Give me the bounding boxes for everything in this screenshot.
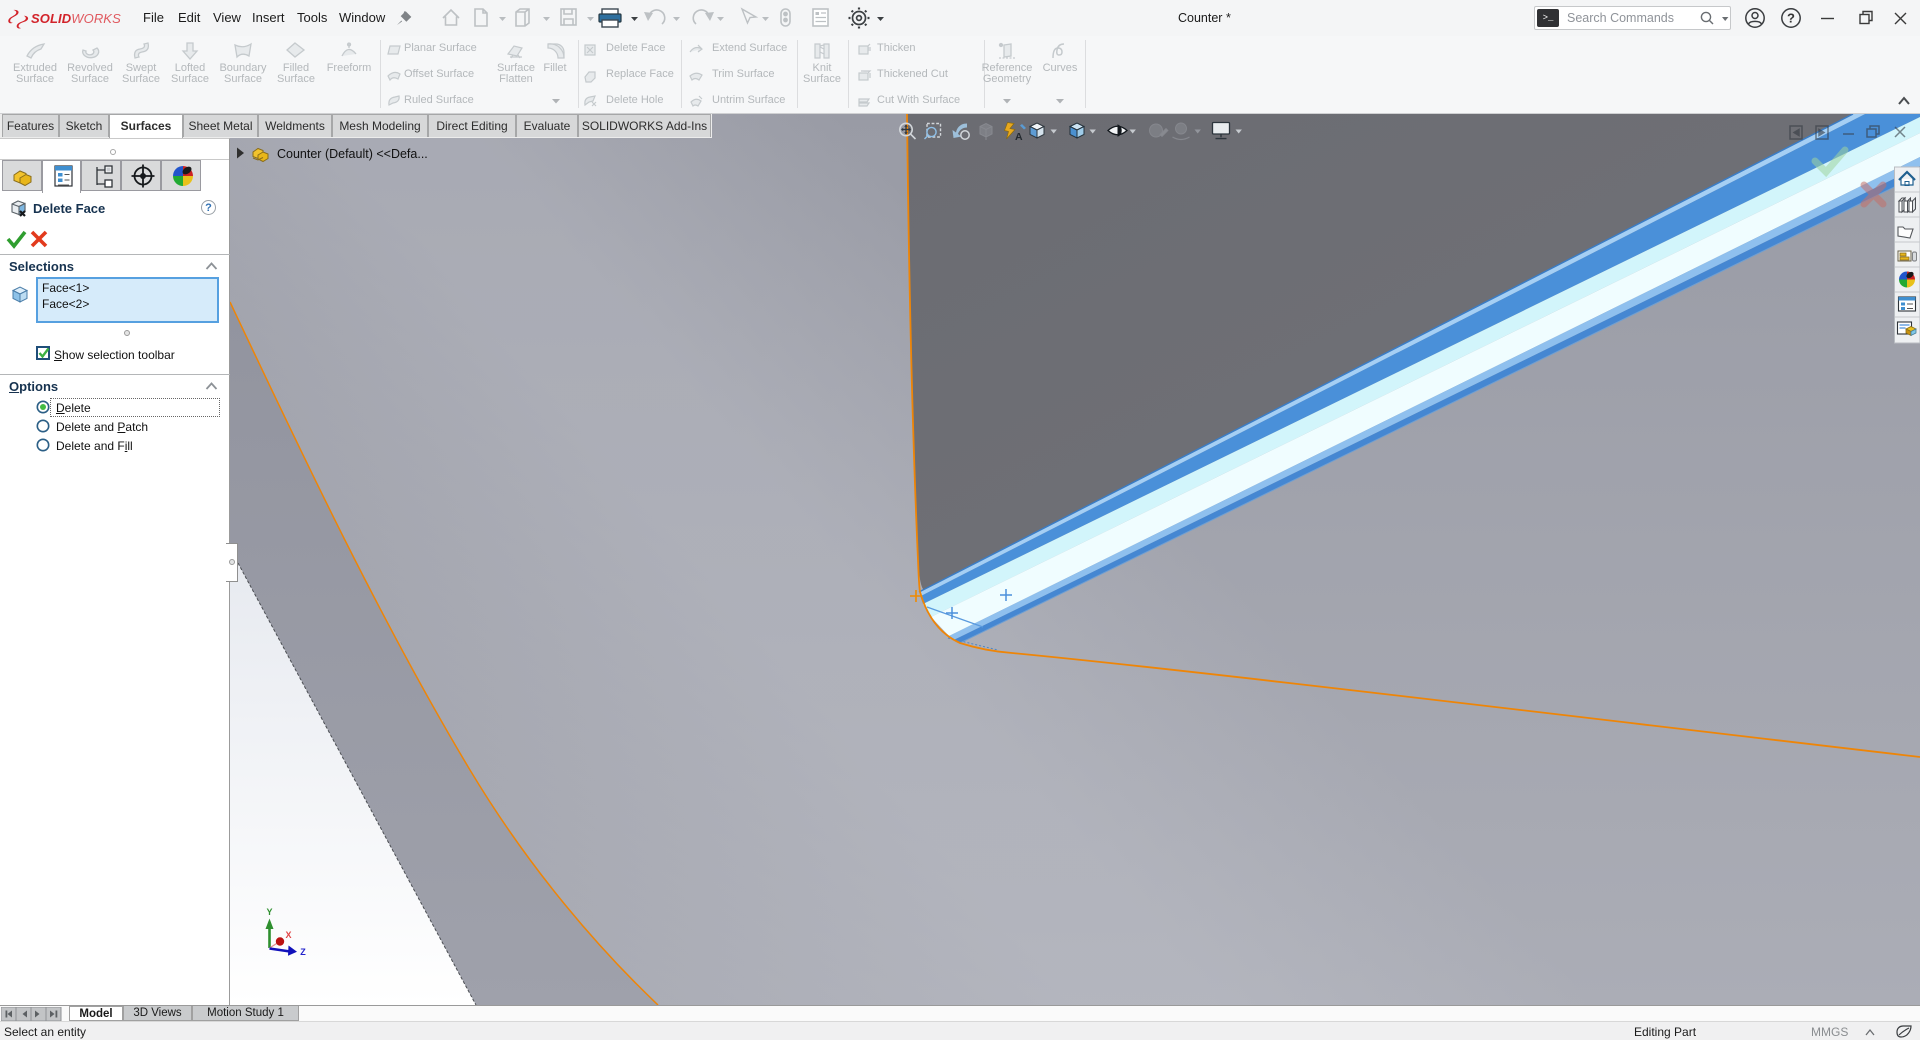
svg-text:A: A [1015, 131, 1023, 143]
svg-text:Counter (Default) <<Defa...: Counter (Default) <<Defa... [277, 147, 428, 161]
svg-text:Y: Y [266, 907, 272, 917]
svg-text:?: ? [1787, 11, 1795, 26]
svg-text:X: X [285, 930, 291, 940]
svg-text:Z: Z [300, 947, 306, 957]
